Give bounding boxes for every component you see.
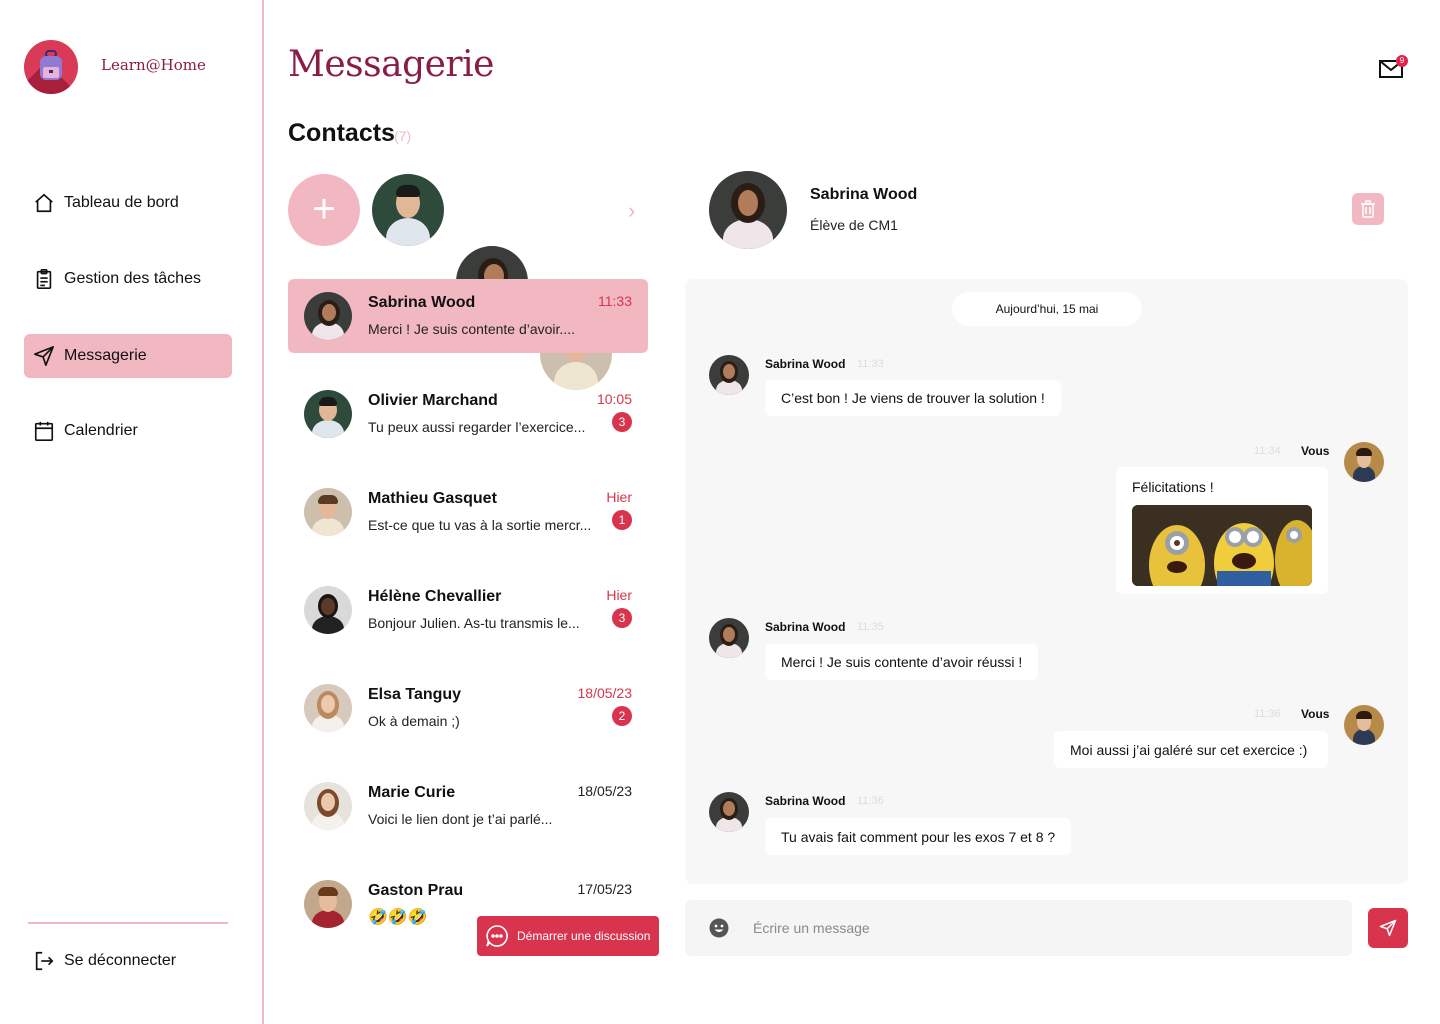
conversation-time: 10:05 [596,391,632,407]
delete-conversation-button[interactable] [1352,193,1384,225]
unread-badge: 3 [612,608,632,628]
avatar [304,880,352,928]
logout-label: Se déconnecter [64,952,177,969]
nav-gestion-des-taches[interactable]: Gestion des tâches [24,257,232,301]
message-sender: Sabrina Wood [765,620,846,634]
add-contact-button[interactable]: + [288,174,360,246]
nav-messagerie[interactable]: Messagerie [24,334,232,378]
avatar [1344,705,1384,745]
message-input[interactable] [753,916,1313,940]
message-input-bar [685,900,1352,956]
message-bubble: Moi aussi j’ai galéré sur cet exercice :… [1054,731,1328,768]
send-icon [1379,919,1397,937]
conversation-item[interactable]: Marie Curie Voici le lien dont je t’ai p… [288,769,648,843]
conversation-name: Olivier Marchand [368,392,498,409]
avatar [304,292,352,340]
nav-label: Calendrier [64,422,138,439]
nav-label: Gestion des tâches [64,270,201,287]
conversation-name: Hélène Chevallier [368,588,502,605]
conversation-name: Marie Curie [368,784,456,801]
home-icon [32,191,56,215]
chat-bubble-icon [485,924,509,948]
contact-avatar-olivier[interactable] [372,174,444,246]
avatar [709,355,749,395]
brand-name: Learn@Home [101,56,206,74]
message-bubble: Tu avais fait comment pour les exos 7 et… [765,818,1072,855]
chat-contact-name: Sabrina Wood [810,186,918,203]
avatar [304,488,352,536]
message-sender: Vous [1301,444,1330,458]
message-time: 11:36 [1254,708,1281,720]
emoji-icon[interactable] [709,918,729,938]
conversation-time: 18/05/23 [577,783,633,799]
start-discussion-label: Démarrer une discussion [517,929,651,943]
message-text: Félicitations ! [1132,479,1214,495]
conversation-time: Hier [606,489,632,505]
conversation-preview: Est-ce que tu vas à la sortie mercr... [368,517,592,533]
conversation-preview: 🤣🤣🤣 [368,909,428,926]
conversation-preview: Tu peux aussi regarder l’exercice... [368,419,586,435]
unread-badge: 1 [612,510,632,530]
avatar [709,792,749,832]
page-title: Messagerie [288,44,494,85]
conversation-name: Gaston Prau [368,882,464,899]
conversation-preview: Merci ! Je suis contente d’avoir.... [368,321,575,337]
calendar-icon [32,419,56,443]
message-bubble: C’est bon ! Je viens de trouver la solut… [765,380,1061,416]
start-discussion-button[interactable]: Démarrer une discussion [477,916,659,956]
unread-badge: 2 [612,706,632,726]
conversation-item[interactable]: Elsa Tanguy Ok à demain ;) 18/05/23 2 [288,671,648,745]
avatar [304,782,352,830]
avatar [304,586,352,634]
message-time: 11:34 [1254,445,1281,457]
send-button[interactable] [1368,908,1408,948]
message-time: 11:35 [857,621,884,633]
conversation-name: Mathieu Gasquet [368,490,497,507]
nav-calendrier[interactable]: Calendrier [24,409,232,453]
conversation-name: Sabrina Wood [368,294,476,311]
contacts-count: (7) [394,128,412,144]
message-time: 11:33 [857,358,884,370]
logout-icon [32,949,56,973]
contacts-title: Contacts [288,119,395,147]
conversation-name: Elsa Tanguy [368,686,462,703]
conversation-time: 11:33 [598,293,632,309]
unread-badge: 3 [612,412,632,432]
conversation-item[interactable]: Mathieu Gasquet Est-ce que tu vas à la s… [288,475,648,549]
chevron-right-icon[interactable]: › [628,198,635,224]
backpack-logo-icon [24,40,78,94]
logout-button[interactable]: Se déconnecter [24,939,232,983]
message-bubble: Merci ! Je suis contente d’avoir réussi … [765,644,1039,680]
conversation-item[interactable]: Sabrina Wood Merci ! Je suis contente d’… [288,279,648,353]
conversation-item[interactable]: Hélène Chevallier Bonjour Julien. As-tu … [288,573,648,647]
conversation-preview: Bonjour Julien. As-tu transmis le... [368,615,580,631]
nav-tableau-de-bord[interactable]: Tableau de bord [24,181,232,225]
avatar [709,618,749,658]
mail-badge: 9 [1396,55,1408,67]
conversation-time: 18/05/23 [577,685,633,701]
message-sender: Sabrina Wood [765,357,846,371]
clipboard-icon [32,267,56,291]
avatar [304,390,352,438]
minions-gif-image[interactable] [1132,505,1312,586]
send-icon [32,344,56,368]
message-sender: Vous [1301,707,1330,721]
date-separator: Aujourd’hui, 15 mai [952,292,1142,326]
conversation-time: 17/05/23 [577,881,633,897]
avatar [1344,442,1384,482]
trash-icon [1361,200,1375,218]
nav-label: Messagerie [64,347,147,364]
chat-contact-avatar [709,171,787,249]
conversation-item[interactable]: Olivier Marchand Tu peux aussi regarder … [288,377,648,451]
conversation-preview: Ok à demain ;) [368,713,460,729]
sidebar: Learn@Home Tableau de bord Gestion des t… [0,0,264,1024]
conversation-preview: Voici le lien dont je t’ai parlé... [368,811,553,827]
avatar [304,684,352,732]
message-time: 11:36 [857,795,884,807]
chat-contact-role: Élève de CM1 [810,217,898,233]
sidebar-divider [28,922,228,924]
conversation-time: Hier [606,587,632,603]
nav-label: Tableau de bord [64,194,179,211]
message-sender: Sabrina Wood [765,794,846,808]
